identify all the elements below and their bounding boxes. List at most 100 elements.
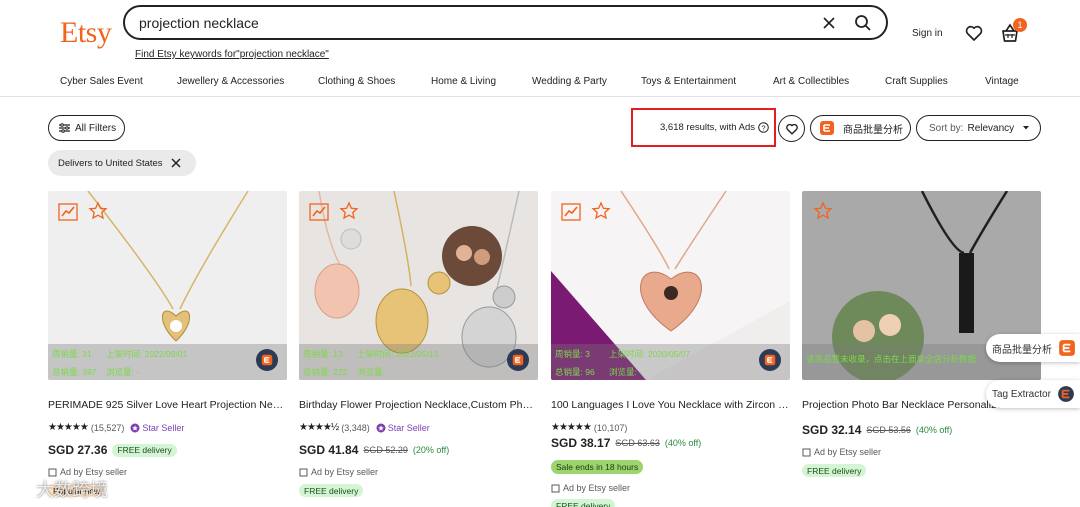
extension-logo-icon bbox=[261, 354, 273, 366]
listing-date: 上架时间: 2022/05/13 bbox=[357, 349, 439, 359]
free-delivery-badge: FREE delivery bbox=[299, 484, 364, 497]
star-seller-icon bbox=[376, 423, 386, 432]
weekly-sales: 周销量: 13 bbox=[303, 349, 343, 359]
product-price: SGD 38.17 SGD 63.63 (40% off) bbox=[551, 436, 701, 450]
category-craft[interactable]: Craft Supplies bbox=[885, 76, 948, 87]
product-card[interactable]: 周销量: 31 上架时间: 2022/09/01 总销量: 397 浏览量: -… bbox=[48, 191, 287, 497]
trend-chart-icon[interactable] bbox=[561, 203, 581, 221]
free-delivery-badge: FREE delivery bbox=[551, 499, 616, 507]
save-search-button[interactable] bbox=[778, 115, 805, 142]
results-label: 3,618 results, with Ads bbox=[660, 122, 756, 133]
category-jewellery[interactable]: Jewellery & Accessories bbox=[177, 76, 284, 87]
product-image[interactable]: 周销量: 31 上架时间: 2022/09/01 总销量: 397 浏览量: - bbox=[48, 191, 287, 380]
star-seller-badge: Star Seller bbox=[130, 423, 184, 433]
search-button[interactable] bbox=[846, 8, 880, 38]
original-price: SGD 52.29 bbox=[363, 445, 408, 455]
extension-analyze-button[interactable] bbox=[759, 349, 781, 371]
trend-chart-icon[interactable] bbox=[58, 203, 78, 221]
sales-stats-overlay: 周销量: 13 上架时间: 2022/05/13 总销量: 222 浏览量: - bbox=[299, 344, 538, 380]
weekly-sales: 周销量: 3 bbox=[555, 349, 590, 359]
price-value: SGD 32.14 bbox=[802, 423, 862, 437]
favorites-button[interactable] bbox=[964, 23, 984, 48]
ad-icon bbox=[802, 448, 811, 456]
category-clothing[interactable]: Clothing & Shoes bbox=[318, 76, 395, 87]
price-value: SGD 27.36 bbox=[48, 443, 108, 457]
all-filters-label: All Filters bbox=[75, 122, 117, 134]
star-seller-badge: Star Seller bbox=[376, 423, 430, 433]
sort-dropdown[interactable]: Sort by: Relevancy bbox=[916, 115, 1041, 141]
sort-label: Sort by: bbox=[929, 122, 964, 134]
free-delivery-badge: FREE delivery bbox=[802, 464, 867, 477]
caret-down-icon bbox=[1023, 126, 1030, 130]
side-tag-extractor-button[interactable]: Tag Extractor bbox=[986, 380, 1080, 408]
product-title[interactable]: Birthday Flower Projection Necklace,Cust… bbox=[299, 399, 538, 411]
free-delivery-badge: FREE delivery bbox=[112, 443, 177, 457]
sales-stats-overlay: 周销量: 3 上架时间: 2020/05/07 总销量: 96 浏览量: - bbox=[551, 344, 790, 380]
product-price: SGD 32.14 SGD 53.56 (40% off) bbox=[802, 423, 952, 437]
product-price: SGD 41.84 SGD 52.29 (20% off) bbox=[299, 443, 449, 457]
product-rating: ★★★★½ (3,348) Star Seller bbox=[299, 422, 430, 433]
watermark-logo-icon bbox=[7, 480, 31, 497]
star-seller-icon bbox=[130, 423, 140, 432]
category-art[interactable]: Art & Collectibles bbox=[773, 76, 849, 87]
sales-stats-overlay: 周销量: 31 上架时间: 2022/09/01 总销量: 397 浏览量: - bbox=[48, 344, 287, 380]
batch-analysis-button[interactable]: 商品批量分析 bbox=[810, 115, 911, 141]
category-vintage[interactable]: Vintage bbox=[985, 76, 1019, 87]
review-count: (10,107) bbox=[593, 422, 628, 433]
extension-analyze-button[interactable] bbox=[507, 349, 529, 371]
product-image[interactable]: 周销量: 13 上架时间: 2022/05/13 总销量: 222 浏览量: - bbox=[299, 191, 538, 380]
ad-label: Ad by Etsy seller bbox=[299, 467, 378, 477]
delivery-filter-chip[interactable]: Delivers to United States bbox=[48, 150, 196, 176]
discount-label: (40% off) bbox=[915, 425, 953, 435]
rating-stars: ★★★★★ bbox=[48, 422, 89, 433]
product-card[interactable]: 周销量: 3 上架时间: 2020/05/07 总销量: 96 浏览量: - 1… bbox=[551, 191, 790, 507]
close-icon bbox=[823, 16, 835, 29]
favorite-star-icon[interactable] bbox=[339, 201, 359, 221]
product-image[interactable]: 周销量: 3 上架时间: 2020/05/07 总销量: 96 浏览量: - bbox=[551, 191, 790, 380]
all-filters-button[interactable]: All Filters bbox=[48, 115, 125, 141]
listing-date: 上架时间: 2022/09/01 bbox=[106, 349, 188, 359]
close-icon[interactable] bbox=[171, 158, 181, 168]
etsy-logo[interactable]: Etsy bbox=[60, 16, 112, 50]
ad-label: Ad by Etsy seller bbox=[551, 483, 630, 493]
product-title[interactable]: 100 Languages I Love You Necklace with Z… bbox=[551, 399, 790, 411]
favorite-star-icon[interactable] bbox=[88, 201, 108, 221]
sort-value: Relevancy bbox=[967, 122, 1015, 134]
category-toys[interactable]: Toys & Entertainment bbox=[641, 76, 736, 87]
extension-analyze-button[interactable] bbox=[256, 349, 278, 371]
help-icon[interactable]: ? bbox=[758, 122, 769, 133]
view-count: 浏览量: - bbox=[357, 367, 391, 377]
trend-chart-icon[interactable] bbox=[309, 203, 329, 221]
product-rating: ★★★★★ (15,527) Star Seller bbox=[48, 422, 184, 433]
ad-label: Ad by Etsy seller bbox=[802, 447, 881, 457]
rating-stars: ★★★★★ bbox=[551, 422, 592, 433]
review-count: (15,527) bbox=[90, 422, 125, 433]
watermark: 大数跨境 bbox=[6, 476, 108, 502]
side-batch-analysis-button[interactable]: 商品批量分析 bbox=[986, 334, 1080, 362]
extension-logo-icon bbox=[1058, 386, 1074, 402]
total-sales: 总销量: 397 bbox=[52, 367, 97, 377]
product-title[interactable]: PERIMADE 925 Silver Love Heart Projectio… bbox=[48, 399, 287, 411]
total-sales: 总销量: 222 bbox=[303, 367, 348, 377]
extension-logo-icon bbox=[820, 121, 834, 135]
batch-analysis-label: 商品批量分析 bbox=[843, 124, 903, 136]
total-sales: 总销量: 96 bbox=[555, 367, 595, 377]
clear-search-button[interactable] bbox=[812, 8, 846, 38]
category-cyber-sales-event[interactable]: Cyber Sales Event bbox=[60, 76, 143, 87]
sign-in-link[interactable]: Sign in bbox=[912, 28, 943, 39]
extension-logo-icon bbox=[512, 354, 524, 366]
view-count: 浏览量: - bbox=[106, 367, 140, 377]
ad-icon bbox=[551, 484, 560, 492]
heart-icon bbox=[965, 25, 983, 41]
search-input[interactable] bbox=[139, 14, 812, 31]
favorite-star-icon[interactable] bbox=[591, 201, 611, 221]
product-card[interactable]: 周销量: 13 上架时间: 2022/05/13 总销量: 222 浏览量: -… bbox=[299, 191, 538, 497]
search-bar[interactable] bbox=[123, 5, 888, 40]
category-wedding-party[interactable]: Wedding & Party bbox=[532, 76, 607, 87]
sale-ends-badge: Sale ends in 18 hours bbox=[551, 460, 644, 474]
find-keywords-link[interactable]: Find Etsy keywords for"projection neckla… bbox=[135, 49, 329, 60]
favorite-star-icon[interactable] bbox=[813, 201, 833, 221]
rating-stars: ★★★★½ bbox=[299, 422, 339, 433]
category-home-living[interactable]: Home & Living bbox=[431, 76, 496, 87]
price-value: SGD 38.17 bbox=[551, 436, 611, 450]
